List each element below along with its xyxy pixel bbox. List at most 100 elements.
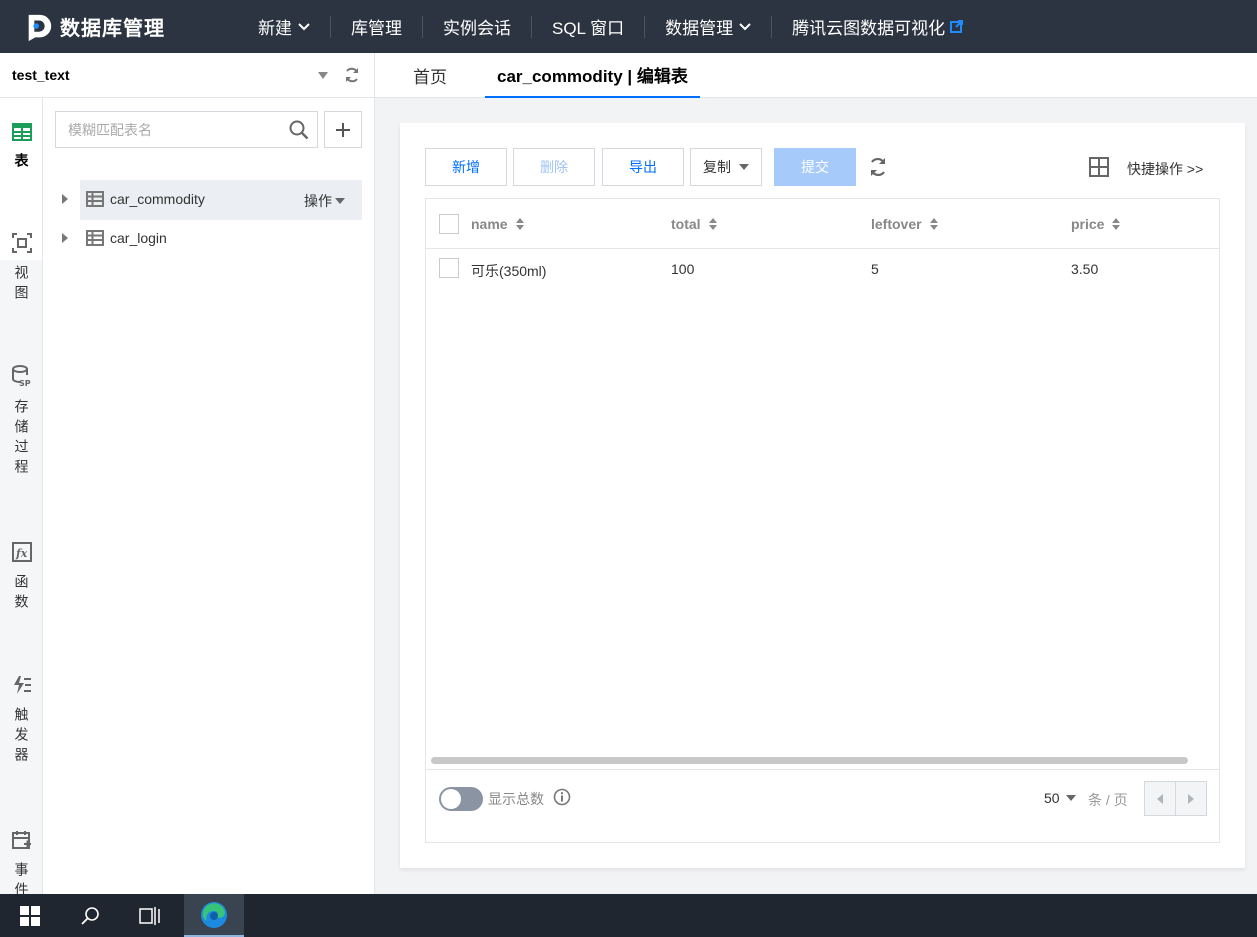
column-header-label: total <box>671 216 701 232</box>
caret-down-icon <box>1065 795 1076 801</box>
nav-tencent-visualization[interactable]: 腾讯云图数据可视化 <box>772 16 983 38</box>
quick-operations-link[interactable]: 快捷操作 >> <box>1127 159 1203 179</box>
export-label: 导出 <box>629 159 657 175</box>
main-nav: 新建 库管理 实例会话 SQL 窗口 数据管理 腾讯云图数据可视化 <box>238 0 983 53</box>
rail-item-table[interactable]: 表 <box>0 123 42 173</box>
nav-new[interactable]: 新建 <box>238 15 331 38</box>
info-icon[interactable] <box>553 788 571 806</box>
copy-dropdown-button[interactable]: 复制 <box>690 148 762 186</box>
rail-item-trigger[interactable]: 触发器 <box>0 675 42 767</box>
tree-item-label: car_commodity <box>110 191 205 207</box>
view-icon <box>11 233 32 253</box>
add-row-button[interactable]: 新增 <box>425 148 507 186</box>
submit-button[interactable]: 提交 <box>774 148 856 186</box>
task-view-button[interactable] <box>120 894 180 937</box>
nav-instance-sessions[interactable]: 实例会话 <box>423 15 532 38</box>
caret-down-icon[interactable] <box>318 71 328 79</box>
table-icon <box>11 123 32 141</box>
caret-down-icon <box>739 164 749 170</box>
svg-text:SP: SP <box>19 379 31 387</box>
start-button[interactable] <box>0 894 60 937</box>
table-search-input[interactable] <box>68 121 281 138</box>
edge-browser-icon <box>201 901 227 928</box>
delete-row-label: 删除 <box>540 159 568 175</box>
add-row-label: 新增 <box>452 159 480 175</box>
rail-item-view[interactable]: 视图 <box>0 233 42 305</box>
data-table: name total leftover price 可乐(350ml) 100 … <box>425 198 1220 843</box>
nav-data-management-label: 数据管理 <box>665 19 734 38</box>
prev-page-button[interactable] <box>1145 782 1176 815</box>
add-table-button[interactable] <box>324 111 362 148</box>
export-button[interactable]: 导出 <box>602 148 684 186</box>
taskbar-search-button[interactable] <box>60 894 120 937</box>
search-icon <box>81 906 99 925</box>
rail-label-table: 表 <box>13 153 30 173</box>
external-link-icon <box>950 20 964 33</box>
database-selector[interactable]: test_text <box>0 53 375 98</box>
show-total-label: 显示总数 <box>488 791 544 807</box>
rail-item-stored-procedure[interactable]: SP 存储过程 <box>0 365 42 479</box>
column-header-leftover[interactable]: leftover <box>871 216 938 232</box>
column-header-total[interactable]: total <box>671 216 717 232</box>
tree-item-car-commodity[interactable]: car_commodity 操作 <box>43 180 375 220</box>
database-logo-icon <box>28 14 52 41</box>
column-header-label: price <box>1071 216 1105 232</box>
cell-price[interactable]: 3.50 <box>1071 261 1098 277</box>
refresh-icon[interactable] <box>344 66 360 84</box>
nav-sql-window-label: SQL 窗口 <box>552 19 625 38</box>
nav-instance-sessions-label: 实例会话 <box>443 19 511 38</box>
show-total-toggle[interactable] <box>439 787 483 811</box>
expand-arrow-icon[interactable] <box>62 194 68 204</box>
cell-name[interactable]: 可乐(350ml) <box>471 261 546 281</box>
function-icon: fx <box>11 542 32 562</box>
sort-icon <box>929 218 938 230</box>
table-icon <box>86 191 104 207</box>
table-tree-panel: car_commodity 操作 car_login <box>43 98 375 894</box>
chevron-down-icon <box>298 22 310 30</box>
caret-down-icon <box>335 198 345 204</box>
table-editor-card: 新增 删除 导出 复制 提交 快捷操作 >> name total leftov… <box>400 123 1245 868</box>
tab-home-label: 首页 <box>413 68 447 87</box>
nav-sql-window[interactable]: SQL 窗口 <box>532 15 646 38</box>
row-checkbox[interactable] <box>439 258 459 278</box>
stored-procedure-icon: SP <box>11 365 31 387</box>
tree-item-car-login[interactable]: car_login <box>43 219 375 259</box>
nav-data-management[interactable]: 数据管理 <box>645 15 773 38</box>
rail-item-function[interactable]: fx 函数 <box>0 542 42 614</box>
tab-edit-table[interactable]: car_commodity | 编辑表 <box>485 53 700 98</box>
rail-label-function: 函数 <box>13 574 30 614</box>
cell-total[interactable]: 100 <box>671 261 694 277</box>
horizontal-scrollbar[interactable] <box>431 757 1188 764</box>
os-taskbar <box>0 894 1257 937</box>
top-navigation-bar: 数据库管理 新建 库管理 实例会话 SQL 窗口 数据管理 腾讯云图数据可视化 <box>0 0 1257 53</box>
column-header-price[interactable]: price <box>1071 216 1121 232</box>
nav-db-management[interactable]: 库管理 <box>331 15 423 38</box>
rail-item-event[interactable]: 事件 <box>0 830 42 894</box>
app-title: 数据库管理 <box>60 18 165 40</box>
pagination <box>1144 781 1207 816</box>
toggle-knob <box>441 789 461 809</box>
windows-logo-icon <box>20 905 40 926</box>
rail-label-view: 视图 <box>13 265 30 305</box>
app-logo[interactable]: 数据库管理 <box>24 12 224 42</box>
delete-row-button[interactable]: 删除 <box>513 148 595 186</box>
taskbar-edge-browser[interactable] <box>184 894 244 937</box>
table-footer: 显示总数 50 条 / 页 <box>426 769 1219 842</box>
sort-icon <box>708 218 717 230</box>
select-all-checkbox[interactable] <box>439 214 459 234</box>
table-search-box <box>55 111 318 148</box>
search-icon[interactable] <box>281 120 317 140</box>
table-operations-dropdown[interactable]: 操作 <box>304 191 345 211</box>
next-page-button[interactable] <box>1176 782 1206 815</box>
page-size-select[interactable]: 50 <box>1044 790 1076 806</box>
grid-layout-icon[interactable] <box>1089 157 1109 177</box>
tab-home[interactable]: 首页 <box>413 53 447 98</box>
refresh-icon[interactable] <box>868 156 888 178</box>
page-size-value: 50 <box>1044 790 1060 806</box>
table-operations-label: 操作 <box>304 193 332 209</box>
table-icon <box>86 230 104 246</box>
rail-label-stored-procedure: 存储过程 <box>13 399 30 479</box>
expand-arrow-icon[interactable] <box>62 233 68 243</box>
column-header-name[interactable]: name <box>471 216 524 232</box>
cell-leftover[interactable]: 5 <box>871 261 879 277</box>
